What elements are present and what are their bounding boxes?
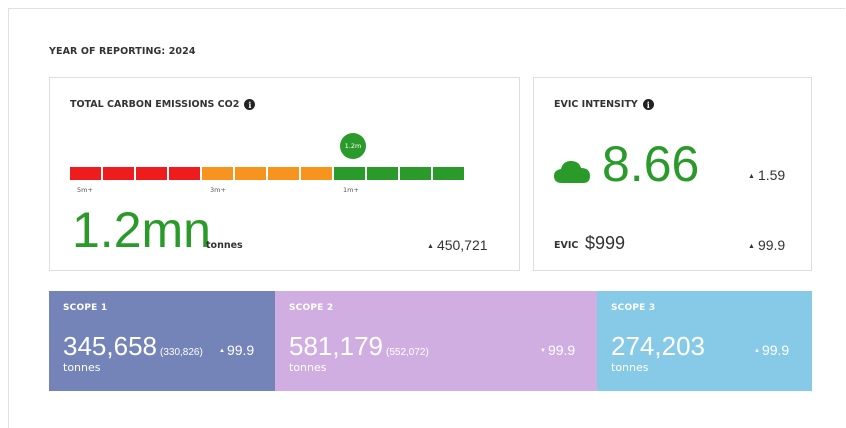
scope-previous-value: (552,072) [385, 347, 429, 358]
evic-intensity-delta: ▲ 1.59 [748, 167, 785, 183]
scope-2-tile[interactable]: SCOPE 2 581,179 (552,072) ▼ 99.9 tonnes [275, 291, 597, 391]
evic-value: $999 [585, 233, 626, 253]
scope-delta-value: 99.9 [226, 342, 255, 358]
scale-segment [103, 167, 134, 180]
total-emissions-unit: tonnes [206, 240, 243, 251]
scope-unit: tonnes [611, 361, 649, 374]
total-emissions-title: TOTAL CARBON EMISSIONS CO2 i [70, 99, 256, 110]
scope-1-tile[interactable]: SCOPE 1 345,658 (330,826) ▲ 99.9 tonnes [49, 291, 275, 391]
evic-intensity-delta-value: 1.59 [757, 167, 786, 183]
scope-3-tile[interactable]: SCOPE 3 274,203 ▲ 99.9 tonnes [597, 291, 812, 391]
scale-label-mid: 3m+ [210, 186, 226, 194]
scope-current-value: 274,203 [611, 331, 705, 361]
scope-delta: ▲ 99.9 [219, 342, 254, 358]
up-triangle-icon: ▲ [748, 172, 755, 180]
scope-delta-value: 99.9 [547, 342, 576, 358]
scale-segment [268, 167, 299, 180]
scope-previous-value: (330,826) [159, 347, 203, 358]
evic-label: EVIC [554, 240, 579, 251]
evic-intensity-value: 8.66 [602, 136, 700, 192]
total-emissions-title-text: TOTAL CARBON EMISSIONS CO2 [70, 99, 240, 110]
evic-value-delta-value: 99.9 [757, 237, 786, 253]
scope-delta: ▲ 99.9 [754, 342, 789, 358]
evic-intensity-card: EVIC INTENSITY i 8.66 ▲ 1.59 EVIC $999 ▲ 9… [533, 77, 812, 271]
scope-delta: ▼ 99.9 [540, 342, 575, 358]
scope-unit: tonnes [289, 361, 327, 374]
scale-segment [136, 167, 167, 180]
down-triangle-icon: ▼ [540, 348, 546, 355]
evic-intensity-title-text: EVIC INTENSITY [554, 99, 638, 110]
cloud-icon [554, 161, 590, 183]
scope-title: SCOPE 3 [611, 303, 656, 313]
scale-segment [334, 167, 365, 180]
scale-segment [70, 167, 101, 180]
scale-segment [169, 167, 200, 180]
up-triangle-icon: ▲ [754, 348, 760, 355]
total-emissions-card: TOTAL CARBON EMISSIONS CO2 i 1.2m 5m+ 3m… [49, 77, 520, 271]
scope-current-value: 345,658 [63, 331, 157, 361]
scale-label-low: 5m+ [77, 186, 93, 194]
scope-unit: tonnes [63, 361, 101, 374]
info-icon[interactable]: i [244, 99, 256, 110]
evic-intensity-title: EVIC INTENSITY i [554, 99, 654, 110]
scope-delta-value: 99.9 [761, 342, 790, 358]
scope-value: 274,203 [611, 331, 705, 361]
scale-segment [235, 167, 266, 180]
up-triangle-icon: ▲ [219, 348, 225, 355]
scale-segment [301, 167, 332, 180]
scale-segment [202, 167, 233, 180]
total-emissions-value: 1.2mn [72, 202, 211, 258]
evic-value-delta: ▲ 99.9 [748, 237, 785, 253]
up-triangle-icon: ▲ [427, 242, 434, 250]
marker-label: 1.2m [344, 142, 362, 150]
scope-current-value: 581,179 [289, 331, 383, 361]
scope-title: SCOPE 1 [63, 303, 108, 313]
scale-label-high: 1m+ [343, 186, 359, 194]
scope-title: SCOPE 2 [289, 303, 334, 313]
total-emissions-delta-value: 450,721 [436, 237, 488, 253]
up-triangle-icon: ▲ [748, 242, 755, 250]
scale-segment [367, 167, 398, 180]
total-emissions-delta: ▲ 450,721 [427, 237, 488, 253]
emissions-scale-bar [70, 167, 464, 180]
scale-segment [400, 167, 431, 180]
current-value-marker: 1.2m [340, 133, 366, 159]
reporting-year: YEAR OF REPORTING: 2024 [49, 46, 196, 57]
scale-segment [433, 167, 464, 180]
info-icon[interactable]: i [642, 99, 654, 110]
